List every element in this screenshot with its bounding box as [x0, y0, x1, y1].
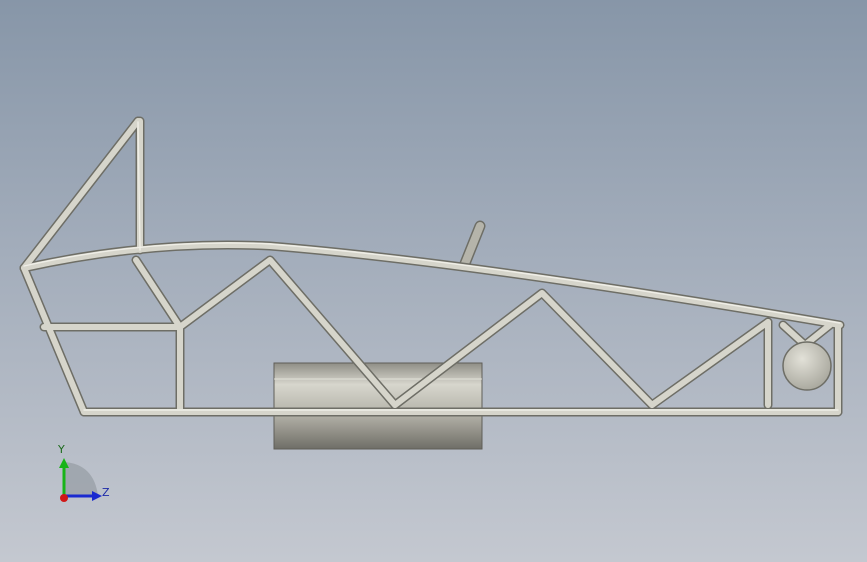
tank-cylinder: [273, 362, 483, 450]
triad-y-label: Y: [58, 443, 65, 456]
rear-hub-disc: [782, 341, 832, 391]
chassis-frame-model[interactable]: [0, 0, 867, 562]
triad-plane-icon: [64, 462, 98, 496]
graphics-viewport[interactable]: Y Z: [0, 0, 867, 562]
x-axis-origin-icon: [60, 494, 68, 502]
triad-z-label: Z: [102, 486, 110, 499]
